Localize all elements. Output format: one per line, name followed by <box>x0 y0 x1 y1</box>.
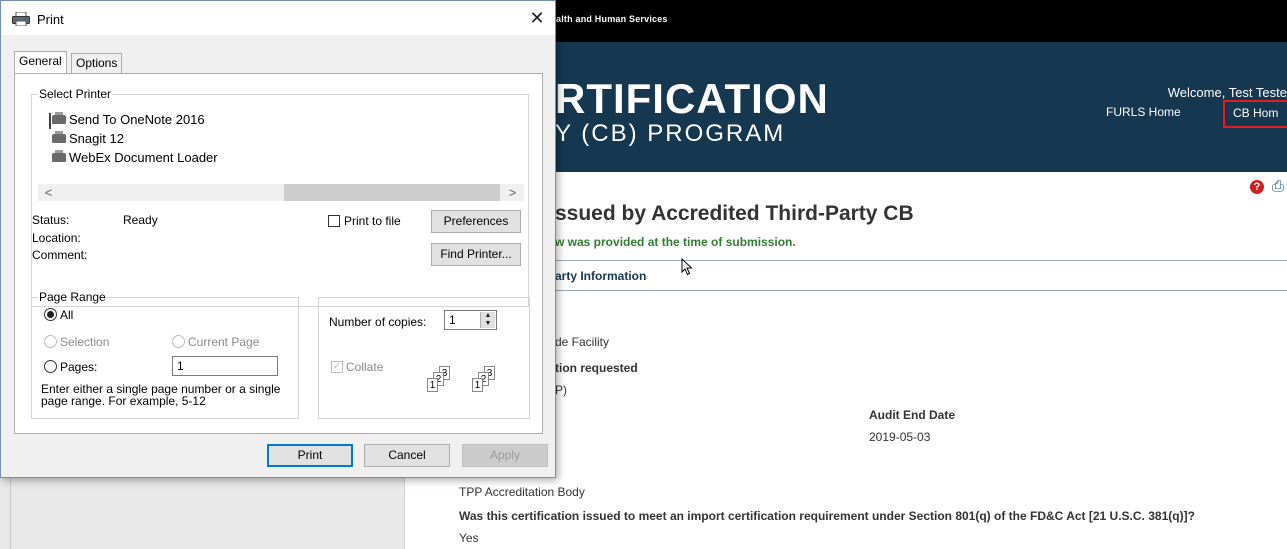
dialog-title: Print <box>37 12 64 27</box>
welcome-text: Welcome, Test Teste <box>1167 85 1287 100</box>
comment-label: Comment: <box>32 248 88 262</box>
print-button[interactable]: Print <box>267 444 353 467</box>
certification-label: tion requested <box>555 361 638 375</box>
mouse-cursor-icon <box>681 258 693 276</box>
general-panel: Select Printer Send To OneNote 2016 Snag… <box>14 73 543 434</box>
close-icon[interactable]: ✕ <box>521 5 553 31</box>
furls-home-link[interactable]: FURLS Home <box>1106 105 1181 119</box>
printer-icon <box>52 131 66 143</box>
certification-value: P) <box>555 383 567 397</box>
cb-home-label: CB Hom <box>1233 106 1279 120</box>
printer-item-webex[interactable]: WebEx Document Loader <box>52 150 218 165</box>
apply-button[interactable]: Apply <box>462 444 548 467</box>
printer-name: Snagit 12 <box>69 131 124 146</box>
page-note: w was provided at the time of submission… <box>555 235 796 249</box>
collate-checkbox[interactable]: ✓ <box>331 361 343 373</box>
tab-divider-top <box>555 260 1287 261</box>
help-icon[interactable]: ? <box>1250 180 1264 194</box>
agency-text: alth and Human Services <box>556 14 668 24</box>
collate-illustration-icon: 3 2 1 3 2 1 <box>415 366 515 398</box>
tab-divider-bottom <box>555 290 1287 291</box>
scroll-thumb[interactable] <box>284 184 500 201</box>
printer-icon <box>12 12 30 26</box>
banner-subtitle: Y (CB) PROGRAM <box>555 120 786 147</box>
audit-end-date-value: 2019-05-03 <box>869 430 931 444</box>
copies-spinner[interactable]: ▲ ▼ <box>480 312 495 328</box>
facility-text: de Facility <box>555 335 610 349</box>
location-label: Location: <box>32 231 81 245</box>
audit-end-date-label: Audit End Date <box>869 408 955 422</box>
pages-radio[interactable] <box>44 360 57 373</box>
all-radio[interactable] <box>44 308 57 321</box>
scroll-right-icon[interactable]: > <box>504 184 521 201</box>
preferences-button[interactable]: Preferences <box>431 210 521 233</box>
printer-icon <box>52 112 66 124</box>
print-to-file-label: Print to file <box>344 214 401 228</box>
copies-value: 1 <box>449 313 456 327</box>
scroll-left-icon[interactable]: < <box>40 184 57 201</box>
find-printer-button[interactable]: Find Printer... <box>431 243 521 266</box>
tab-options[interactable]: Options <box>71 53 123 73</box>
import-answer: Yes <box>459 531 479 545</box>
import-question: Was this certification issued to meet an… <box>459 509 1195 523</box>
printer-name: Send To OneNote 2016 <box>69 112 205 127</box>
copies-input[interactable]: 1 ▲ ▼ <box>444 310 497 330</box>
select-printer-legend: Select Printer <box>38 87 113 101</box>
page-range-legend: Page Range <box>38 290 107 304</box>
cb-home-link[interactable]: CB Hom <box>1223 100 1287 128</box>
print-to-file-checkbox[interactable] <box>328 215 340 227</box>
printer-list-scrollbar[interactable]: < > <box>38 184 524 201</box>
collate-label: Collate <box>346 360 384 374</box>
selection-label: Selection <box>60 335 110 349</box>
cancel-button[interactable]: Cancel <box>364 444 450 467</box>
page-title: ssued by Accredited Third-Party CB <box>555 202 914 225</box>
tpp-accreditation-body: TPP Accreditation Body <box>459 485 585 499</box>
printer-item-snagit[interactable]: Snagit 12 <box>52 131 124 146</box>
all-label: All <box>60 308 74 322</box>
dialog-titlebar: Print ✕ <box>1 1 555 35</box>
page-range-hint: Enter either a single page number or a s… <box>41 382 281 408</box>
print-icon[interactable]: ⎙ <box>1272 179 1284 194</box>
tab-general[interactable]: General <box>14 51 67 73</box>
status-label: Status: <box>32 213 70 227</box>
current-page-radio[interactable] <box>172 335 185 348</box>
status-value: Ready <box>123 213 158 227</box>
print-dialog: Print ✕ General Options Select Printer S… <box>0 0 556 478</box>
printer-icon <box>52 150 66 162</box>
number-of-copies-label: Number of copies: <box>329 315 427 329</box>
current-page-label: Current Page <box>188 335 260 349</box>
selection-radio[interactable] <box>44 335 57 348</box>
printer-item-onenote[interactable]: Send To OneNote 2016 <box>52 112 205 127</box>
banner-title: RTIFICATION <box>555 75 829 122</box>
tab-party-information[interactable]: arty Information <box>555 269 646 283</box>
pages-input[interactable]: 1 <box>172 356 278 376</box>
list-focus-marker <box>49 113 51 129</box>
printer-name: WebEx Document Loader <box>69 150 218 165</box>
pages-label: Pages: <box>60 360 98 374</box>
